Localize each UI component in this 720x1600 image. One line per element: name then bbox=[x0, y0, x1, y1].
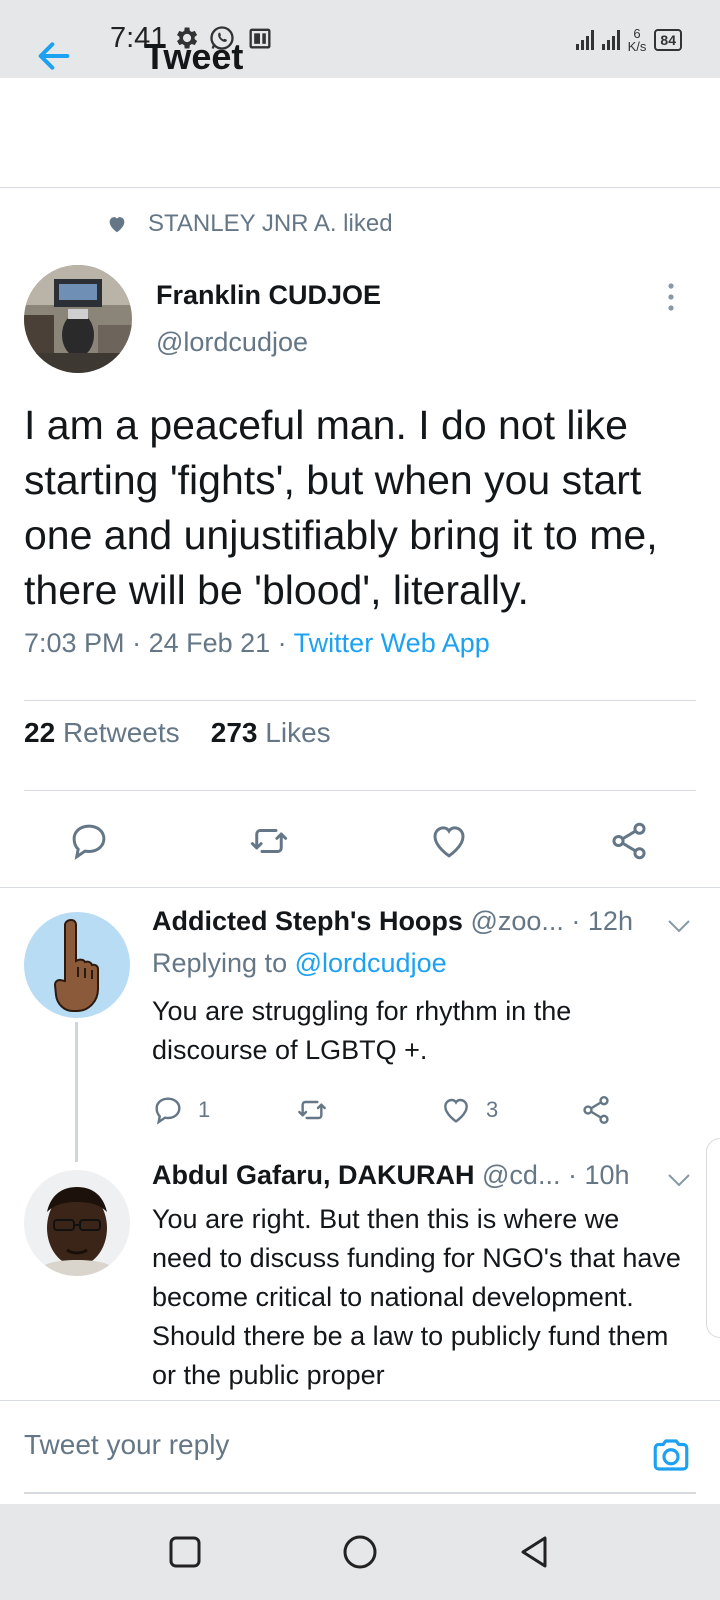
reply-2-header: Abdul Gafaru, DAKURAH @cd... · 10h bbox=[152, 1160, 630, 1191]
composer-underline bbox=[24, 1492, 696, 1494]
signal-strength-icon-1 bbox=[575, 30, 594, 50]
reply-1-header: Addicted Steph's Hoops @zoo... · 12h bbox=[152, 906, 633, 937]
back-arrow-icon[interactable] bbox=[34, 36, 74, 76]
like-heart-icon[interactable] bbox=[428, 820, 470, 862]
heart-filled-icon bbox=[109, 217, 125, 233]
tweet-text: I am a peaceful man. I do not like start… bbox=[24, 402, 658, 613]
reply-input[interactable] bbox=[24, 1420, 584, 1470]
reply-1-retweet-button[interactable] bbox=[296, 1094, 328, 1126]
recent-apps-square-icon[interactable] bbox=[163, 1530, 207, 1574]
reply-avatar-2[interactable] bbox=[24, 1170, 130, 1276]
signal-strength-icon-2 bbox=[601, 30, 620, 50]
battery-indicator: 84 bbox=[654, 29, 682, 51]
replying-to-line: Replying to @lordcudjoe bbox=[152, 948, 447, 979]
back-triangle-icon[interactable] bbox=[513, 1530, 557, 1574]
likes-stat[interactable]: 273 Likes bbox=[211, 717, 331, 748]
reply-1-reply-count: 1 bbox=[198, 1097, 211, 1122]
network-speed: 6 K/s bbox=[627, 26, 647, 54]
retweet-icon bbox=[298, 1100, 326, 1120]
chevron-down-icon[interactable] bbox=[666, 918, 692, 934]
reply-1-like-count: 3 bbox=[486, 1097, 499, 1122]
avatar-photo bbox=[24, 265, 132, 373]
author-avatar[interactable] bbox=[24, 265, 132, 373]
raised-finger-avatar bbox=[24, 912, 130, 1018]
author-handle[interactable]: @lordcudjoe bbox=[156, 327, 308, 358]
reply-avatar-1[interactable] bbox=[24, 912, 130, 1018]
retweets-stat[interactable]: 22 Retweets bbox=[24, 717, 180, 748]
replying-to-prefix: Replying to bbox=[152, 948, 288, 978]
profile-photo-avatar bbox=[24, 1170, 130, 1276]
camera-icon[interactable] bbox=[650, 1434, 692, 1476]
replying-to-link[interactable]: @lordcudjoe bbox=[295, 948, 447, 978]
thread-connector bbox=[75, 1022, 78, 1162]
tweet-metadata: 7:03 PM · 24 Feb 21 · Twitter Web App bbox=[24, 628, 490, 658]
author-name[interactable]: Franklin CUDJOE bbox=[156, 280, 381, 311]
reply-2-text: You are right. But then this is where we… bbox=[152, 1204, 681, 1390]
like-heart-icon bbox=[444, 1098, 468, 1123]
reply-1-author-name[interactable]: Addicted Steph's Hoops bbox=[152, 906, 463, 936]
reply-2-time: · 10h bbox=[567, 1160, 630, 1190]
retweet-icon[interactable] bbox=[248, 820, 290, 862]
divider bbox=[0, 887, 720, 888]
battery-level: 84 bbox=[660, 32, 676, 48]
engagement-stats: 22 Retweets 273 Likes bbox=[24, 717, 331, 749]
chevron-down-icon[interactable] bbox=[666, 1172, 692, 1188]
divider bbox=[24, 700, 696, 701]
social-context: STANLEY JNR A. liked bbox=[106, 210, 393, 238]
reply-1-share-button[interactable] bbox=[580, 1094, 612, 1126]
fast-scroll-handle[interactable] bbox=[706, 1138, 720, 1338]
more-options-icon[interactable] bbox=[664, 282, 678, 312]
social-context-text: STANLEY JNR A. liked bbox=[148, 210, 393, 237]
reply-1-handle[interactable]: @zoo... bbox=[470, 906, 563, 936]
reply-2-author-name[interactable]: Abdul Gafaru, DAKURAH bbox=[152, 1160, 475, 1190]
reply-1-text: You are struggling for rhythm in the dis… bbox=[152, 996, 572, 1065]
reply-1-time: · 12h bbox=[571, 906, 633, 936]
top-app-bar bbox=[0, 78, 720, 188]
share-icon bbox=[583, 1096, 609, 1124]
tweet-time: 7:03 PM bbox=[24, 628, 125, 658]
app-notification-icon bbox=[249, 28, 271, 49]
reply-icon[interactable] bbox=[68, 820, 110, 862]
divider bbox=[24, 790, 696, 791]
status-indicators: 6 K/s 84 bbox=[575, 22, 682, 58]
share-icon[interactable] bbox=[608, 820, 650, 862]
reply-2-handle[interactable]: @cd... bbox=[482, 1160, 560, 1190]
reply-1-like-button[interactable]: 3 bbox=[440, 1094, 498, 1126]
tweet-date: 24 Feb 21 bbox=[148, 628, 271, 658]
tweet-source-link[interactable]: Twitter Web App bbox=[294, 628, 490, 658]
page-title: Tweet bbox=[144, 36, 244, 77]
reply-1-reply-button[interactable]: 1 bbox=[152, 1094, 210, 1126]
home-circle-icon[interactable] bbox=[338, 1530, 382, 1574]
reply-icon bbox=[155, 1097, 181, 1125]
